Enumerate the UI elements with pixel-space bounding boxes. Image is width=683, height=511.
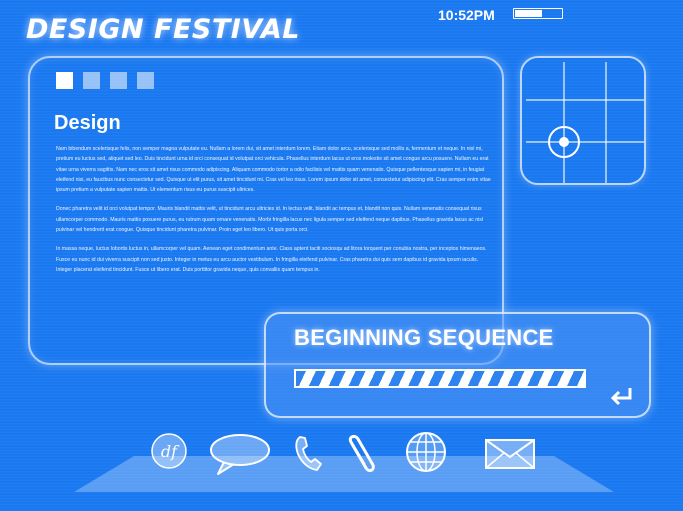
document-paragraph: Donec pharetra velit id orci volutpat te… bbox=[56, 206, 484, 234]
sequence-progress-bar bbox=[294, 369, 586, 388]
envelope-icon[interactable] bbox=[484, 436, 536, 472]
dock: df bbox=[0, 428, 683, 488]
page-tab-3[interactable] bbox=[110, 72, 127, 89]
globe-icon[interactable] bbox=[404, 430, 448, 474]
document-paragraph: Nam bibendum scelerisque felis, non semp… bbox=[56, 146, 491, 194]
clock: 10:52PM bbox=[438, 7, 495, 23]
document-paragraph: In massa neque, luctus lobortis luctus i… bbox=[56, 246, 487, 273]
app-title: DESIGN FESTIVAL bbox=[26, 14, 300, 45]
enter-return-icon[interactable] bbox=[610, 386, 634, 406]
page-tab-2[interactable] bbox=[83, 72, 100, 89]
paperclip-icon[interactable] bbox=[342, 430, 378, 476]
battery-level-fill bbox=[515, 10, 542, 17]
sequence-panel: BEGINNING SEQUENCE bbox=[264, 312, 651, 418]
crosshair-grid-icon bbox=[526, 62, 644, 183]
battery-icon bbox=[513, 8, 563, 19]
page-tab-1[interactable] bbox=[56, 72, 73, 89]
page-tab-4[interactable] bbox=[137, 72, 154, 89]
speech-bubble-icon[interactable] bbox=[208, 432, 272, 478]
sequence-title: BEGINNING SEQUENCE bbox=[294, 325, 554, 350]
df-logo-icon[interactable]: df bbox=[150, 432, 188, 470]
document-heading: Design bbox=[54, 112, 121, 134]
document-body: Nam bibendum scelerisque felis, non semp… bbox=[56, 144, 492, 284]
page-tabs bbox=[56, 72, 154, 89]
progress-fill bbox=[296, 371, 584, 386]
phone-icon[interactable] bbox=[292, 434, 326, 472]
navigation-grid-widget[interactable] bbox=[520, 56, 646, 185]
